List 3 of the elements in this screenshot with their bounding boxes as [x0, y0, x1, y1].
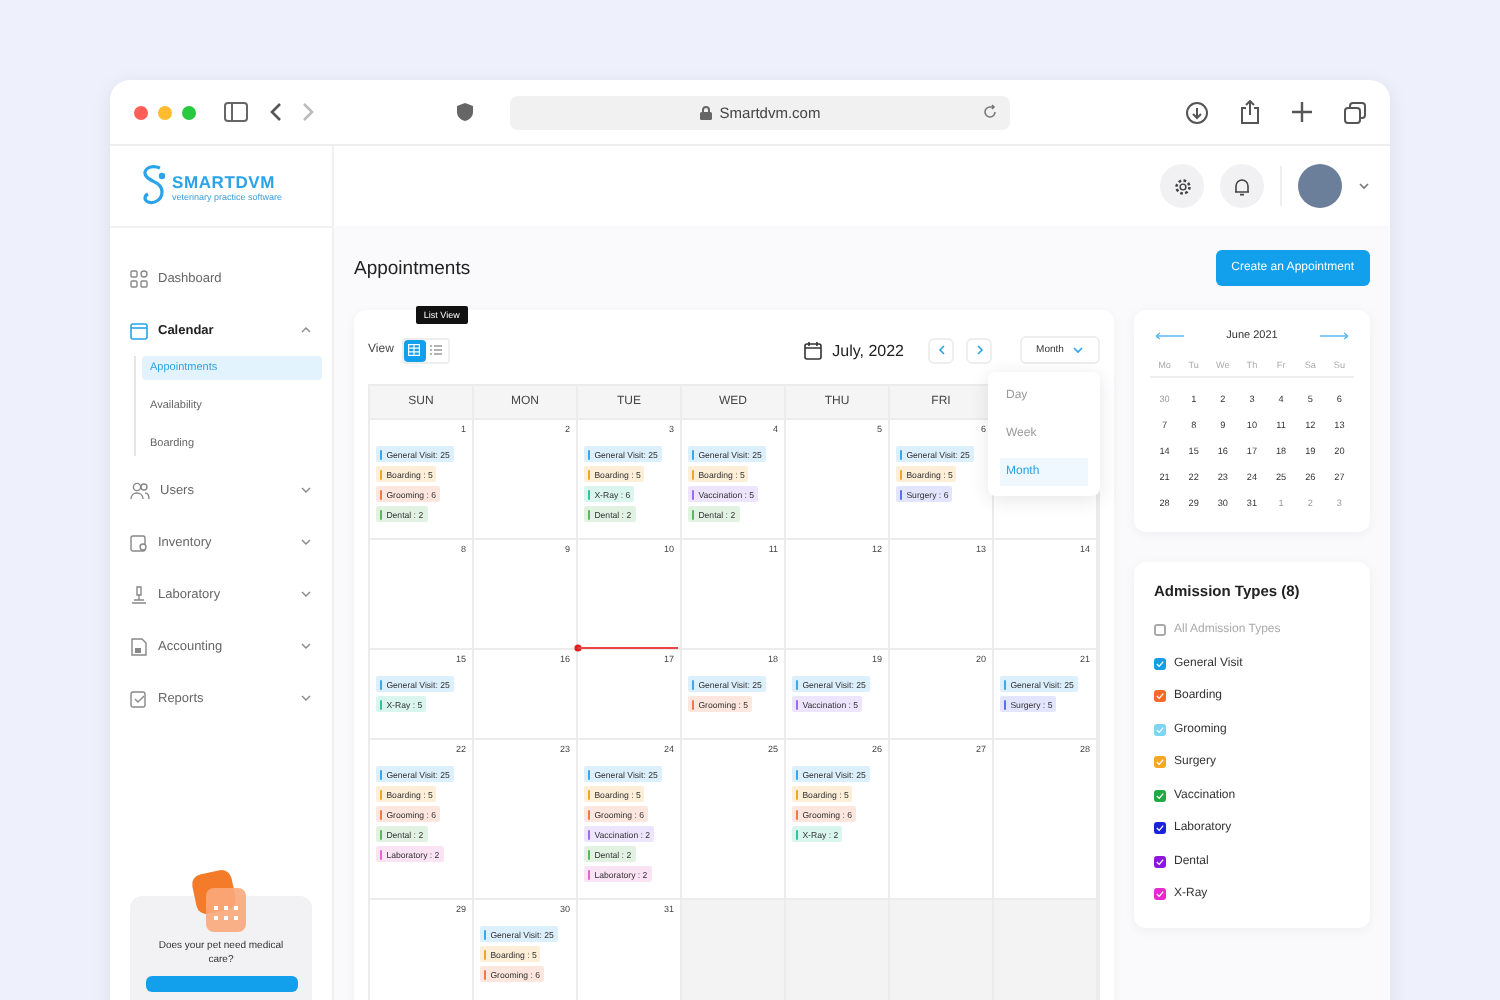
page-title: Appointments [354, 257, 471, 279]
brand-name: SMARTDVM [172, 171, 278, 191]
period-label: July, 2022 [832, 341, 904, 359]
